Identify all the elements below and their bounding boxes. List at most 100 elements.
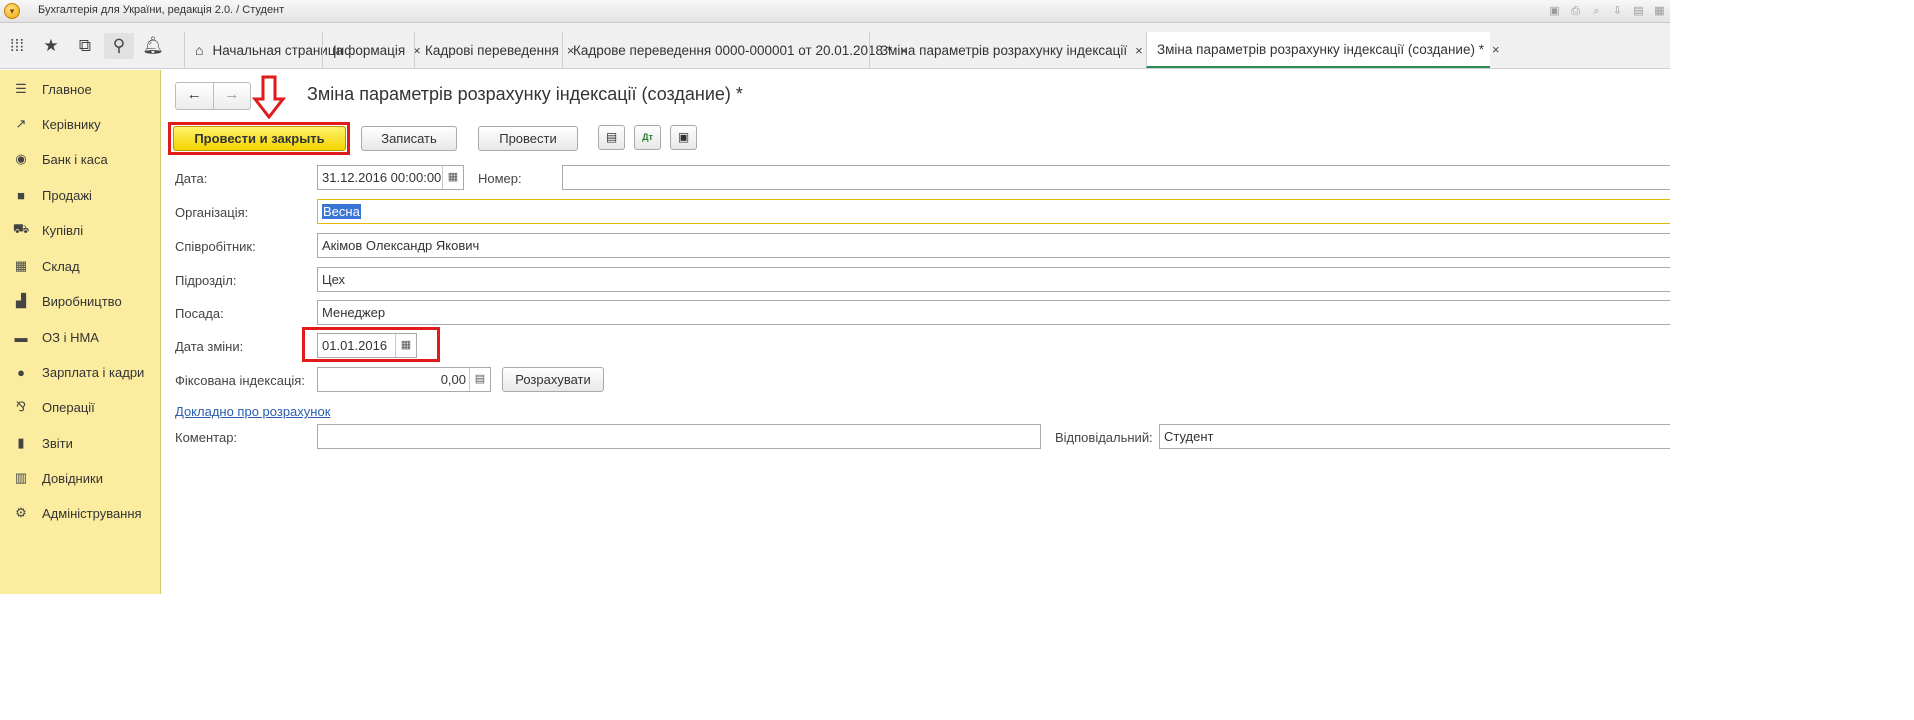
search-icon[interactable]: ⚲: [104, 33, 134, 59]
sidebar-item-fixed-assets[interactable]: ▬ ОЗ і НМА: [0, 322, 160, 352]
sidebar-item-label: Банк і каса: [42, 151, 108, 167]
tab-transfer-document[interactable]: Кадрове переведення 0000-000001 от 20.01…: [562, 32, 908, 68]
tab-indexation-params-new[interactable]: Зміна параметрів розрахунку індексації (…: [1146, 32, 1500, 68]
date-value: 31.12.2016 00:00:00: [322, 170, 442, 185]
tab-transfers[interactable]: Кадрові переведення ×: [414, 32, 574, 68]
calculator-icon[interactable]: ▤: [469, 368, 490, 391]
organization-label: Організація:: [175, 205, 249, 220]
sidebar-item-reports[interactable]: ▮ Звіти: [0, 428, 160, 458]
number-label: Номер:: [478, 171, 522, 186]
spreadsheet-icon[interactable]: ▦: [1651, 3, 1668, 19]
calculation-details-link[interactable]: Докладно про розрахунок: [175, 404, 330, 419]
sidebar-item-main[interactable]: ☰ Главное: [0, 74, 160, 104]
open-tabs: ⌂ Начальная страница Інформація × Кадров…: [184, 32, 1500, 68]
app-window: ▾ Бухгалтерія для України, редакція 2.0.…: [0, 0, 1670, 594]
change-date-label: Дата зміни:: [175, 339, 244, 354]
sidebar-item-directories[interactable]: ▥ Довідники: [0, 463, 160, 493]
fixed-indexation-field[interactable]: 0,00 ▤: [317, 367, 491, 392]
sidebar-item-label: Продажі: [42, 187, 92, 203]
sidebar-item-label: Адміністрування: [42, 505, 142, 521]
print-icon[interactable]: ⎙: [1567, 3, 1584, 19]
notifications-bell-icon[interactable]: 🔔︎: [138, 33, 168, 59]
sidebar-item-purchases[interactable]: ⛟ Купівлі: [0, 215, 160, 245]
sidebar-item-administration[interactable]: ⚙ Адміністрування: [0, 498, 160, 528]
tab-label: Кадрові переведення: [425, 42, 559, 58]
sidebar-item-production[interactable]: ▟ Виробництво: [0, 286, 160, 316]
sidebar-item-salary-hr[interactable]: ● Зарплата і кадри: [0, 357, 160, 387]
sidebar-item-label: ОЗ і НМА: [42, 329, 99, 345]
sidebar-item-bank[interactable]: ◉ Банк і каса: [0, 144, 160, 174]
tab-label: Зміна параметрів розрахунку індексації: [880, 42, 1128, 58]
tab-home[interactable]: ⌂ Начальная страница: [184, 32, 343, 68]
sections-sidebar: ☰ Главное ↗ Керівнику ◉ Банк і каса ■ Пр…: [0, 70, 161, 594]
sidebar-item-management[interactable]: ↗ Керівнику: [0, 109, 160, 139]
menu-lines-icon: ☰: [15, 81, 27, 96]
forward-arrow-icon[interactable]: →: [212, 83, 251, 109]
sidebar-item-label: Купівлі: [42, 222, 84, 238]
close-icon[interactable]: ×: [1135, 43, 1143, 58]
tab-label: Інформація: [333, 42, 406, 58]
sidebar-item-label: Виробництво: [42, 293, 122, 309]
dt-kt-icon: ⅋: [15, 399, 27, 414]
calculate-button[interactable]: Розрахувати: [502, 367, 604, 392]
comment-label: Коментар:: [175, 430, 238, 445]
annotation-highlight-box: [302, 327, 440, 362]
report-icon[interactable]: ▣: [670, 125, 697, 150]
title-bar: ▾ Бухгалтерія для України, редакція 2.0.…: [0, 0, 1670, 23]
tab-label: Кадрове переведення 0000-000001 от 20.01…: [573, 42, 893, 58]
sidebar-item-label: Главное: [42, 81, 92, 97]
warehouse-icon: ▦: [14, 258, 28, 273]
books-icon: ▥: [14, 470, 28, 485]
position-field[interactable]: Менеджер: [317, 300, 1670, 325]
sidebar-item-label: Зарплата і кадри: [42, 364, 145, 380]
sidebar-item-warehouse[interactable]: ▦ Склад: [0, 251, 160, 281]
post-button[interactable]: Провести: [478, 126, 578, 151]
fixed-indexation-label: Фіксована індексація:: [175, 373, 305, 388]
annotation-down-arrow-icon: [252, 75, 286, 119]
title-tools: ▣ ⎙ ⌕ ⇩ ▤ ▦: [1546, 3, 1668, 19]
close-icon[interactable]: ×: [1492, 42, 1500, 57]
fixed-indexation-value: 0,00: [440, 372, 466, 387]
save-button[interactable]: Записать: [361, 126, 457, 151]
document-icon[interactable]: ▤: [1630, 3, 1647, 19]
window-title: Бухгалтерія для України, редакція 2.0. /…: [38, 4, 285, 16]
position-label: Посада:: [175, 306, 224, 321]
favorites-star-icon[interactable]: ★: [36, 33, 66, 59]
comment-field[interactable]: [317, 424, 1041, 449]
sidebar-item-sales[interactable]: ■ Продажі: [0, 180, 160, 210]
responsible-field[interactable]: Студент: [1159, 424, 1670, 449]
department-label: Підрозділ:: [175, 273, 237, 288]
save-icon[interactable]: ▣: [1546, 3, 1563, 19]
department-field[interactable]: Цех: [317, 267, 1670, 292]
tab-indexation-params[interactable]: Зміна параметрів розрахунку індексації ×: [869, 32, 1146, 68]
back-arrow-icon[interactable]: ←: [176, 83, 213, 109]
home-icon: ⌂: [195, 42, 204, 58]
download-icon[interactable]: ⇩: [1609, 3, 1626, 19]
preview-icon[interactable]: ⌕: [1588, 3, 1605, 19]
app-menu-icon[interactable]: ▾: [4, 3, 20, 19]
sections-grid-icon[interactable]: ⁞⁞⁞: [2, 33, 32, 59]
sidebar-item-label: Керівнику: [42, 116, 101, 132]
gear-icon: ⚙: [15, 505, 27, 520]
date-field[interactable]: 31.12.2016 00:00:00 ▦: [317, 165, 464, 190]
employee-field[interactable]: Акімов Олександр Якович: [317, 233, 1670, 258]
organization-value: Весна: [322, 204, 361, 219]
form-title: Зміна параметрів розрахунку індексації (…: [307, 84, 743, 104]
tab-information[interactable]: Інформація ×: [322, 32, 421, 68]
calendar-icon[interactable]: ▦: [442, 166, 463, 189]
responsible-label: Відповідальний:: [1055, 430, 1153, 445]
dt-kt-postings-icon[interactable]: Дт: [634, 125, 661, 150]
truck-icon: ▬: [14, 329, 28, 345]
number-field[interactable]: [562, 165, 1670, 190]
organization-field[interactable]: Весна: [317, 199, 1670, 224]
trend-icon: ↗: [15, 116, 27, 131]
document-form: ← → Зміна параметрів розрахунку індексац…: [162, 70, 1670, 594]
bar-chart-icon: ▮: [17, 435, 25, 450]
sidebar-item-label: Склад: [42, 258, 80, 274]
sidebar-item-label: Операції: [42, 399, 95, 415]
history-icon[interactable]: ⧉: [70, 33, 100, 59]
sidebar-item-operations[interactable]: ⅋ Операції: [0, 392, 160, 422]
bag-icon: ■: [17, 187, 25, 203]
coin-icon: ◉: [15, 151, 27, 166]
ledger-icon[interactable]: ▤: [598, 125, 625, 150]
